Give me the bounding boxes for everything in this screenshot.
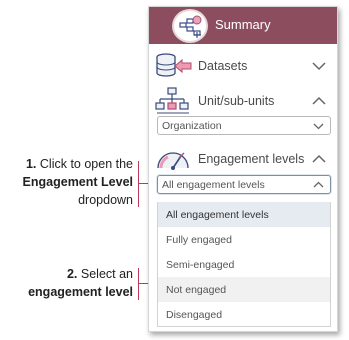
org-chart-icon — [155, 86, 193, 116]
chevron-up-icon[interactable] — [311, 94, 327, 108]
callout-1-text-b: dropdown — [78, 193, 133, 207]
section-engagement-label: Engagement levels — [198, 152, 305, 166]
section-unit-label: Unit/sub-units — [198, 94, 275, 108]
engagement-level-dropdown: All engagement levels Fully engaged Semi… — [157, 202, 331, 327]
unit-select-value: Organization — [162, 120, 222, 132]
summary-icon — [172, 9, 208, 43]
callout-1-bold: Engagement Level — [22, 175, 133, 189]
callout-step-1: 1. Click to open the Engagement Level dr… — [0, 155, 133, 209]
option-all-engagement-levels[interactable]: All engagement levels — [158, 202, 330, 227]
section-engagement-levels[interactable]: Engagement levels — [149, 144, 337, 174]
chevron-up-icon[interactable] — [311, 152, 327, 166]
unit-select[interactable]: Organization — [157, 116, 331, 135]
summary-header[interactable]: Summary — [149, 7, 337, 44]
engagement-level-select[interactable]: All engagement levels — [157, 175, 331, 194]
datasets-icon — [155, 51, 193, 81]
callout-1-text: Click to open the — [39, 157, 133, 171]
chevron-up-icon — [313, 181, 324, 188]
callout-2-number: 2. — [66, 267, 78, 281]
callout-2-text: Select an — [80, 267, 133, 281]
option-semi-engaged[interactable]: Semi-engaged — [158, 252, 330, 277]
callout-2-bold: engagement level — [28, 285, 133, 299]
option-not-engaged[interactable]: Not engaged — [158, 277, 330, 302]
callout-2-line — [138, 268, 139, 300]
callout-step-2: 2. Select an engagement level — [0, 265, 133, 301]
gauge-icon — [155, 144, 193, 174]
engagement-select-value: All engagement levels — [162, 179, 265, 191]
section-datasets-label: Datasets — [198, 59, 248, 73]
option-fully-engaged[interactable]: Fully engaged — [158, 227, 330, 252]
option-disengaged[interactable]: Disengaged — [158, 302, 330, 327]
callout-1-line — [138, 161, 139, 207]
filter-panel: Summary Datasets Unit/sub-units Organiza… — [148, 6, 338, 332]
summary-label: Summary — [215, 17, 271, 32]
chevron-down-icon[interactable] — [311, 59, 327, 73]
section-datasets[interactable]: Datasets — [149, 51, 337, 81]
callout-1-number: 1. — [25, 157, 37, 171]
chevron-down-icon — [313, 123, 324, 130]
section-unit-sub-units[interactable]: Unit/sub-units — [149, 86, 337, 116]
